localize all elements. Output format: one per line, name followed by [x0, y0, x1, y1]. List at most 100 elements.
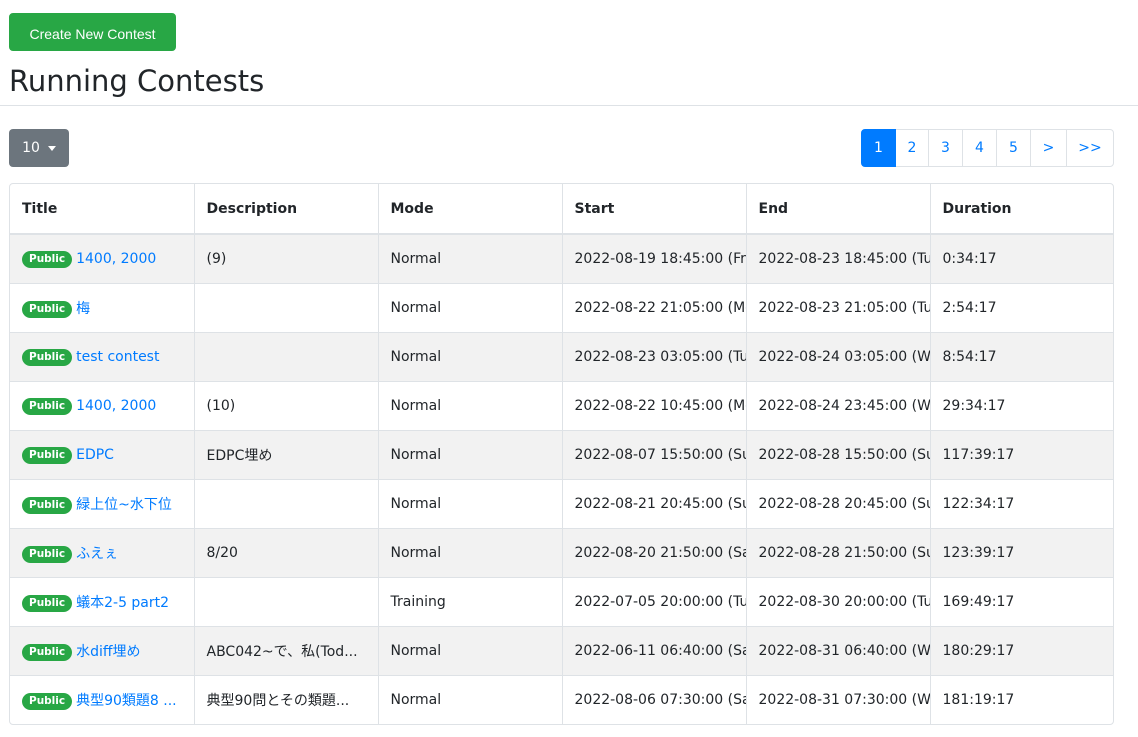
contest-title-link[interactable]: 蟻本2-5 part2 [76, 595, 169, 611]
public-badge: Public [22, 546, 73, 563]
per-page-dropdown[interactable]: 10 [9, 129, 69, 167]
next-page-button[interactable]: > [1030, 129, 1067, 167]
public-badge: Public [22, 497, 73, 514]
column-header-start[interactable]: Start [562, 184, 747, 235]
cell-mode: Normal [378, 675, 563, 724]
table-row: Public test contest Normal 2022-08-23 03:05… [10, 332, 1113, 382]
cell-title: Public ふえぇ [10, 528, 195, 578]
table-row: Public 1400, 2000 (10) Normal 2022-08-22 10:… [10, 381, 1113, 431]
table-row: Public梅 Normal2022-08-22 21:05:00 (Mon)20… [10, 283, 1113, 333]
header-divider [0, 105, 1138, 106]
cell-title: Public 蟻本2-5 part2 [10, 577, 195, 627]
cell-mode: Normal [378, 430, 563, 480]
page-4-button[interactable]: 4 [962, 129, 997, 167]
cell-end: 2022-08-30 20:00:00 (Tue) [746, 577, 931, 627]
cell-description: 典型90問とその類題... [194, 675, 379, 724]
cell-mode: Normal [378, 332, 563, 382]
public-badge: Public [22, 595, 73, 612]
column-header-duration[interactable]: Duration [930, 184, 1113, 235]
public-badge: Public [22, 446, 73, 464]
cell-duration: 2:54:17 [930, 283, 1113, 333]
cell-description: 8/20 [194, 528, 379, 578]
contest-title-link[interactable]: 1400, 2000 [76, 251, 156, 267]
cell-start: 2022-08-07 15:50:00 (Sun) [562, 430, 747, 480]
cell-end: 2022-08-23 18:45:00 (Tue) [746, 234, 931, 284]
cell-description [194, 479, 379, 529]
create-new-contest-button[interactable]: Create New Contest [9, 13, 176, 51]
column-header-end[interactable]: End [746, 184, 931, 235]
public-badge: Public [22, 301, 73, 318]
cell-mode: Normal [378, 528, 563, 578]
cell-duration: 169:49:17 [930, 577, 1113, 627]
cell-start: 2022-08-22 21:05:00 (Mon) [562, 283, 747, 333]
cell-mode: Normal [378, 479, 563, 529]
cell-end: 2022-08-28 15:50:00 (Sun) [746, 430, 931, 480]
public-badge: Public [22, 397, 73, 415]
page-5-button[interactable]: 5 [996, 129, 1031, 167]
cell-description: EDPC埋め [194, 430, 379, 480]
cell-mode: Normal [378, 283, 563, 333]
page-2-button[interactable]: 2 [895, 129, 929, 167]
cell-end: 2022-08-28 20:45:00 (Sun) [746, 479, 931, 529]
cell-description [194, 577, 379, 627]
public-badge: Public [22, 250, 73, 268]
page-3-button[interactable]: 3 [928, 129, 963, 167]
cell-start: 2022-08-20 21:50:00 (Sat) [562, 528, 747, 578]
table-row: Public ふえぇ 8/20 Normal 2022-08-20 21:50:00 (… [10, 528, 1113, 578]
cell-end: 2022-08-31 07:30:00 (Wed) [746, 675, 931, 724]
cell-title: Public 梅 [10, 283, 195, 333]
cell-description [194, 283, 379, 333]
public-badge: Public [22, 644, 73, 661]
cell-start: 2022-08-19 18:45:00 (Fri) [562, 234, 747, 284]
per-page-value: 10 [22, 140, 40, 156]
last-page-button[interactable]: >> [1066, 129, 1114, 167]
table-row: Public 1400, 2000 (9) Normal 2022-08-19 18:4… [10, 234, 1113, 284]
cell-description: (10) [194, 381, 379, 431]
page-1-button[interactable]: 1 [861, 129, 896, 167]
cell-title: Public 1400, 2000 [10, 381, 195, 431]
column-header-mode[interactable]: Mode [378, 184, 563, 235]
public-badge: Public [22, 348, 73, 366]
cell-end: 2022-08-24 23:45:00 (Wed) [746, 381, 931, 431]
cell-mode: Normal [378, 626, 563, 676]
cell-description [194, 332, 379, 382]
contest-title-link[interactable]: 典型90類題8 ... [76, 693, 177, 709]
cell-end: 2022-08-28 21:50:00 (Sun) [746, 528, 931, 578]
cell-end: 2022-08-23 21:05:00 (Tue) [746, 283, 931, 333]
column-header-title[interactable]: Title [10, 184, 195, 235]
pagination: 1 2 3 4 5 > >> [861, 129, 1114, 167]
cell-start: 2022-06-11 06:40:00 (Sat) [562, 626, 747, 676]
contest-title-link[interactable]: test contest [76, 349, 159, 365]
caret-down-icon [47, 145, 56, 151]
contest-title-link[interactable]: 1400, 2000 [76, 398, 156, 414]
table-row: Public 蟻本2-5 part2 Training 2022-07-05 20:0… [10, 577, 1113, 627]
cell-end: 2022-08-31 06:40:00 (Wed) [746, 626, 931, 676]
table-row: Public 典型90類題8 ... 典型90問とその類題... Normal 2022… [10, 675, 1113, 724]
cell-title: Public 緑上位~水下位 [10, 479, 195, 529]
contest-title-link[interactable]: 水diff埋め [76, 644, 140, 660]
cell-title: Public 1400, 2000 [10, 234, 195, 284]
cell-duration: 117:39:17 [930, 430, 1113, 480]
cell-title: Public EDPC [10, 430, 195, 480]
cell-start: 2022-08-06 07:30:00 (Sat) [562, 675, 747, 724]
cell-duration: 29:34:17 [930, 381, 1113, 431]
cell-mode: Normal [378, 234, 563, 284]
column-header-description[interactable]: Description [194, 184, 379, 235]
cell-duration: 122:34:17 [930, 479, 1113, 529]
contest-title-link[interactable]: 梅 [76, 301, 90, 317]
cell-title: Public 水diff埋め [10, 626, 195, 676]
cell-description: (9) [194, 234, 379, 284]
contests-table: Title Description Mode Start End Duratio… [9, 183, 1114, 725]
page-title: Running Contests [9, 64, 265, 98]
contest-title-link[interactable]: 緑上位~水下位 [76, 497, 172, 513]
cell-description: ABC042~で、私(Tod... [194, 626, 379, 676]
cell-duration: 181:19:17 [942, 692, 1015, 708]
cell-mode: Training [378, 577, 563, 627]
cell-title: Public 典型90類題8 ... [10, 675, 195, 724]
cell-mode: Normal [378, 381, 563, 431]
contest-title-link[interactable]: ふえぇ [76, 546, 118, 562]
cell-duration: 180:29:17 [930, 626, 1113, 676]
table-row: Public 緑上位~水下位 Normal 2022-08-21 20:45:00 (… [10, 479, 1113, 529]
contest-title-link[interactable]: EDPC [76, 447, 114, 463]
table-row: Public EDPC EDPC埋め Normal 2022-08-07 15:50:0… [10, 430, 1113, 480]
